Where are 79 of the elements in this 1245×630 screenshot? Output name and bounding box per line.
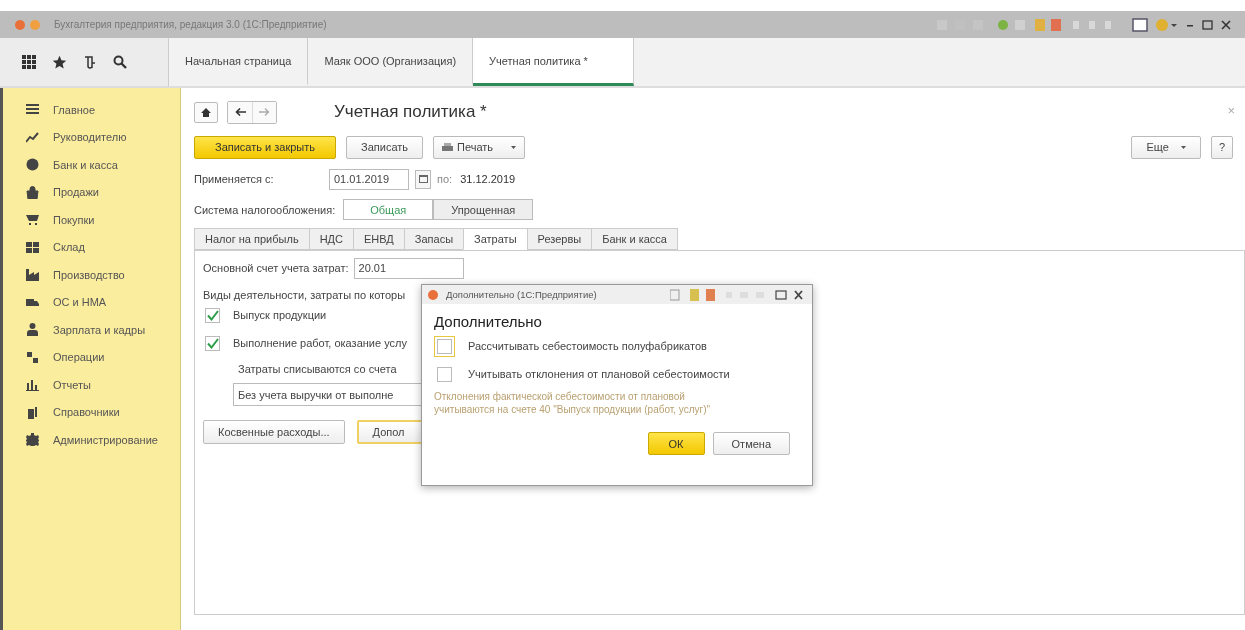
form-title: Учетная политика *	[334, 102, 487, 122]
form-button[interactable]: Косвенные расходы...	[203, 420, 345, 444]
date-field[interactable]: 01.01.2019	[329, 168, 409, 190]
sidebar-item[interactable]: Зарплата и кадры	[3, 316, 180, 344]
form-tab[interactable]: Резервы	[526, 228, 592, 250]
app-logo-icon	[428, 289, 438, 300]
sidebar-item[interactable]: Главное	[3, 96, 180, 124]
dropdown-icon	[511, 145, 517, 149]
cart-icon	[26, 213, 39, 227]
form-tab[interactable]: Банк и касса	[591, 228, 678, 250]
books-icon	[26, 405, 39, 419]
apps-grid-icon[interactable]	[22, 55, 36, 69]
home-button[interactable]	[194, 101, 218, 123]
form-tab[interactable]: Затраты	[463, 228, 527, 250]
menu-icon	[26, 103, 39, 117]
sidebar-item[interactable]: ОС и НМА	[3, 288, 180, 316]
field-label: Основной счет учета затрат:	[203, 262, 349, 274]
checkbox-label: Рассчитывать себестоимость полуфабрикатов	[468, 340, 707, 352]
gear-icon	[26, 433, 39, 447]
factory-icon	[26, 268, 39, 282]
dialog-heading: Дополнительно	[434, 313, 543, 330]
sidebar-item[interactable]: Покупки	[3, 206, 180, 234]
page-tab[interactable]: Начальная страница	[169, 38, 309, 86]
sidebar-item[interactable]: Отчеты	[3, 371, 180, 399]
sidebar-item[interactable]: Руководителю	[3, 123, 180, 151]
sidebar-item[interactable]: Производство	[3, 261, 180, 289]
checkbox[interactable]	[205, 307, 220, 323]
account-field[interactable]: 20.01	[353, 257, 464, 279]
dialog-title: Дополнительно (1С:Предприятие)	[446, 289, 598, 300]
field-label: Система налогообложения:	[194, 203, 336, 216]
section-label: Виды деятельности, затраты по которы	[203, 289, 406, 301]
boxes-icon	[26, 240, 39, 254]
dropdown-icon	[1180, 145, 1186, 149]
command-button[interactable]: Записать	[346, 135, 424, 159]
person-icon	[26, 323, 39, 337]
command-button[interactable]: Печать	[433, 135, 526, 159]
dialog-toolbar-drawing[interactable]	[670, 288, 806, 301]
back-button[interactable]	[228, 101, 252, 123]
dialog-button[interactable]: ОК	[647, 432, 705, 455]
calendar-icon	[418, 175, 428, 183]
window-title: Бухгалтерия предприятия, редакция 3.0 (1С:Предприятие)	[54, 19, 328, 30]
sidebar-item[interactable]: Банк и касса	[3, 151, 180, 179]
sidebar-item[interactable]: Склад	[3, 233, 180, 261]
app-logo-icon	[14, 18, 42, 31]
star-icon[interactable]	[52, 54, 67, 70]
sidebar-item[interactable]: Продажи	[3, 178, 180, 206]
printer-icon	[442, 142, 454, 152]
bag-icon	[26, 185, 39, 199]
search-icon[interactable]	[113, 55, 127, 69]
tax-option[interactable]: Упрощенная	[433, 199, 534, 220]
form-tab[interactable]: НДС	[308, 228, 353, 250]
form-tab[interactable]: Налог на прибыль	[194, 228, 309, 250]
checkbox[interactable]	[205, 335, 220, 351]
help-button[interactable]: ?	[1210, 135, 1233, 159]
checkbox-label: Выполнение работ, оказание услу	[233, 337, 407, 349]
checkbox-label: Выпуск продукции	[233, 309, 327, 321]
more-button[interactable]: Еще	[1131, 135, 1201, 159]
page-tab[interactable]: Учетная политика *	[473, 38, 635, 86]
calendar-button[interactable]	[415, 169, 431, 189]
dialog-button[interactable]: Отмена	[712, 432, 790, 455]
back-arrow-icon	[234, 108, 246, 116]
forward-arrow-icon	[259, 108, 270, 116]
date-value: 31.12.2019	[460, 173, 516, 185]
field-label: Затраты списываются со счета	[238, 363, 397, 375]
field-label: Применяется с:	[194, 173, 275, 185]
trend-icon	[26, 130, 39, 144]
chart-icon	[26, 378, 39, 392]
checkbox-label: Учитывать отклонения от плановой себестоимости	[468, 368, 730, 380]
tax-option[interactable]: Общая	[343, 199, 434, 220]
home-icon	[201, 107, 211, 117]
field-label: по:	[437, 173, 453, 185]
sidebar-item[interactable]: Операции	[3, 343, 180, 371]
form-tab[interactable]: ЕНВД	[352, 228, 404, 250]
form-tab[interactable]: Запасы	[403, 228, 464, 250]
sidebar-item[interactable]: Администрирование	[3, 426, 180, 454]
sidebar-item[interactable]: Справочники	[3, 398, 180, 426]
checkbox[interactable]	[437, 338, 452, 354]
command-button[interactable]: Записать и закрыть	[194, 135, 337, 159]
checkbox[interactable]	[437, 366, 452, 382]
